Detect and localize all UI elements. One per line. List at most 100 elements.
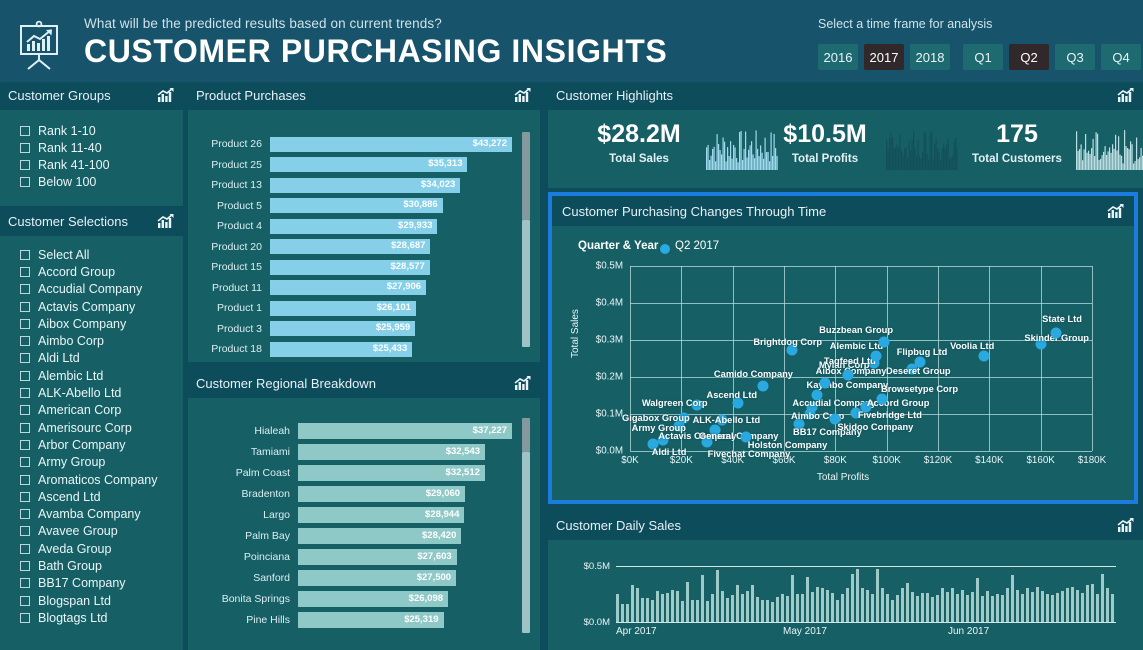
regional-scrollbar[interactable] xyxy=(522,418,530,633)
checkbox-icon[interactable] xyxy=(20,595,30,606)
bar-fill[interactable]: $29,060 xyxy=(298,486,466,502)
quarter-button-q3[interactable]: Q3 xyxy=(1055,44,1095,70)
selection-item-actavis-company[interactable]: Actavis Company xyxy=(0,298,183,315)
checkbox-icon[interactable] xyxy=(20,353,30,364)
checkbox-icon[interactable] xyxy=(20,474,30,485)
selection-item-aldi-ltd[interactable]: Aldi Ltd xyxy=(0,350,183,367)
bar-fill[interactable]: $30,886 xyxy=(270,198,443,214)
checkbox-icon[interactable] xyxy=(20,578,30,589)
bar-fill[interactable]: $25,319 xyxy=(298,612,444,628)
selection-item-avamba-company[interactable]: Avamba Company xyxy=(0,505,183,522)
bar-fill[interactable]: $35,313 xyxy=(270,157,468,173)
data-point[interactable] xyxy=(757,380,769,392)
bar-fill[interactable]: $28,944 xyxy=(298,507,465,523)
year-selector[interactable]: 2016 2017 2018 xyxy=(818,44,950,70)
product-scrollbar[interactable] xyxy=(522,132,530,347)
checkbox-icon[interactable] xyxy=(20,560,30,571)
checkbox-icon[interactable] xyxy=(20,318,30,329)
quarter-button-q4[interactable]: Q4 xyxy=(1101,44,1141,70)
bar-fill[interactable]: $28,687 xyxy=(270,239,431,255)
checkbox-icon[interactable] xyxy=(20,612,30,623)
data-point[interactable] xyxy=(978,350,990,362)
checkbox-icon[interactable] xyxy=(20,176,30,187)
checkbox-icon[interactable] xyxy=(20,336,30,347)
selection-item-aromaticos-company[interactable]: Aromaticos Company xyxy=(0,471,183,488)
selection-item-american-corp[interactable]: American Corp xyxy=(0,402,183,419)
checkbox-icon[interactable] xyxy=(20,491,30,502)
data-point[interactable] xyxy=(876,393,888,405)
bar-fill[interactable]: $25,959 xyxy=(270,321,416,337)
year-button-2018[interactable]: 2018 xyxy=(910,44,950,70)
group-item-rank-11-40[interactable]: Rank 11-40 xyxy=(0,139,183,156)
daily-sales-bar xyxy=(756,597,760,622)
selection-item-blogspan-ltd[interactable]: Blogspan Ltd xyxy=(0,592,183,609)
selection-item-aibox-company[interactable]: Aibox Company xyxy=(0,315,183,332)
checkbox-icon[interactable] xyxy=(20,266,30,277)
data-point[interactable] xyxy=(870,350,882,362)
checkbox-icon[interactable] xyxy=(20,509,30,520)
bar-fill[interactable]: $43,272 xyxy=(270,136,512,152)
data-point[interactable] xyxy=(842,369,854,381)
checkbox-icon[interactable] xyxy=(20,125,30,136)
checkbox-icon[interactable] xyxy=(20,422,30,433)
selection-item-alembic-ltd[interactable]: Alembic Ltd xyxy=(0,367,183,384)
bar-fill[interactable]: $27,500 xyxy=(298,570,457,586)
quarter-button-q1[interactable]: Q1 xyxy=(963,44,1003,70)
bar-fill[interactable]: $37,227 xyxy=(298,423,512,439)
selection-item-accord-group[interactable]: Accord Group xyxy=(0,263,183,280)
bar-fill[interactable]: $25,433 xyxy=(270,341,413,357)
customer-selections-list[interactable]: Select All Accord Group Accudial Company Ac… xyxy=(0,236,183,650)
selection-item-bb17-company[interactable]: BB17 Company xyxy=(0,575,183,592)
checkbox-icon[interactable] xyxy=(20,370,30,381)
selection-item-alk-abello-ltd[interactable]: ALK-Abello Ltd xyxy=(0,384,183,401)
bar-fill[interactable]: $32,543 xyxy=(298,444,486,460)
data-point[interactable] xyxy=(878,336,890,348)
checkbox-icon[interactable] xyxy=(20,142,30,153)
bar-fill[interactable]: $28,577 xyxy=(270,259,430,275)
selection-item-select-all[interactable]: Select All xyxy=(0,246,183,263)
selection-item-aveda-group[interactable]: Aveda Group xyxy=(0,540,183,557)
selection-item-avavee-group[interactable]: Avavee Group xyxy=(0,523,183,540)
selection-item-ascend-ltd[interactable]: Ascend Ltd xyxy=(0,488,183,505)
selection-item-arbor-company[interactable]: Arbor Company xyxy=(0,436,183,453)
group-item-rank-1-10[interactable]: Rank 1-10 xyxy=(0,122,183,139)
data-point[interactable] xyxy=(819,377,831,389)
year-button-2016[interactable]: 2016 xyxy=(818,44,858,70)
selection-item-aimbo-corp[interactable]: Aimbo Corp xyxy=(0,332,183,349)
bar-fill[interactable]: $26,101 xyxy=(270,300,416,316)
group-item-rank-41-100[interactable]: Rank 41-100 xyxy=(0,156,183,173)
checkbox-icon[interactable] xyxy=(20,457,30,468)
data-point[interactable] xyxy=(811,389,823,401)
bar-fill[interactable]: $32,512 xyxy=(298,465,485,481)
purchasing-changes-panel[interactable]: Customer Purchasing Changes Through Time… xyxy=(548,192,1138,504)
quarter-button-q2[interactable]: Q2 xyxy=(1009,44,1049,70)
selection-item-amerisourc-corp[interactable]: Amerisourc Corp xyxy=(0,419,183,436)
group-item-below-100[interactable]: Below 100 xyxy=(0,173,183,190)
bar-fill[interactable]: $27,603 xyxy=(298,549,457,565)
daily-sales-bar xyxy=(1076,589,1080,622)
bar-fill[interactable]: $26,098 xyxy=(298,591,449,607)
checkbox-icon[interactable] xyxy=(20,388,30,399)
checkbox-icon[interactable] xyxy=(20,405,30,416)
data-point[interactable] xyxy=(1050,327,1062,339)
bar-fill[interactable]: $34,023 xyxy=(270,177,461,193)
selection-item-bath-group[interactable]: Bath Group xyxy=(0,557,183,574)
bar-fill[interactable]: $29,933 xyxy=(270,218,438,234)
selection-item-blogtags-ltd[interactable]: Blogtags Ltd xyxy=(0,609,183,626)
selection-item-army-group[interactable]: Army Group xyxy=(0,454,183,471)
checkbox-icon[interactable] xyxy=(20,249,30,260)
checkbox-icon[interactable] xyxy=(20,284,30,295)
checkbox-label: Avavee Group xyxy=(38,524,118,539)
checkbox-icon[interactable] xyxy=(20,543,30,554)
data-point[interactable] xyxy=(914,356,926,368)
daily-sales-bar xyxy=(801,594,805,622)
quarter-selector[interactable]: Q1 Q2 Q3 Q4 xyxy=(963,44,1141,70)
bar-fill[interactable]: $27,906 xyxy=(270,280,427,296)
year-button-2017[interactable]: 2017 xyxy=(864,44,904,70)
checkbox-icon[interactable] xyxy=(20,526,30,537)
checkbox-icon[interactable] xyxy=(20,159,30,170)
selection-item-accudial-company[interactable]: Accudial Company xyxy=(0,281,183,298)
checkbox-icon[interactable] xyxy=(20,301,30,312)
bar-fill[interactable]: $28,420 xyxy=(298,528,462,544)
checkbox-icon[interactable] xyxy=(20,439,30,450)
